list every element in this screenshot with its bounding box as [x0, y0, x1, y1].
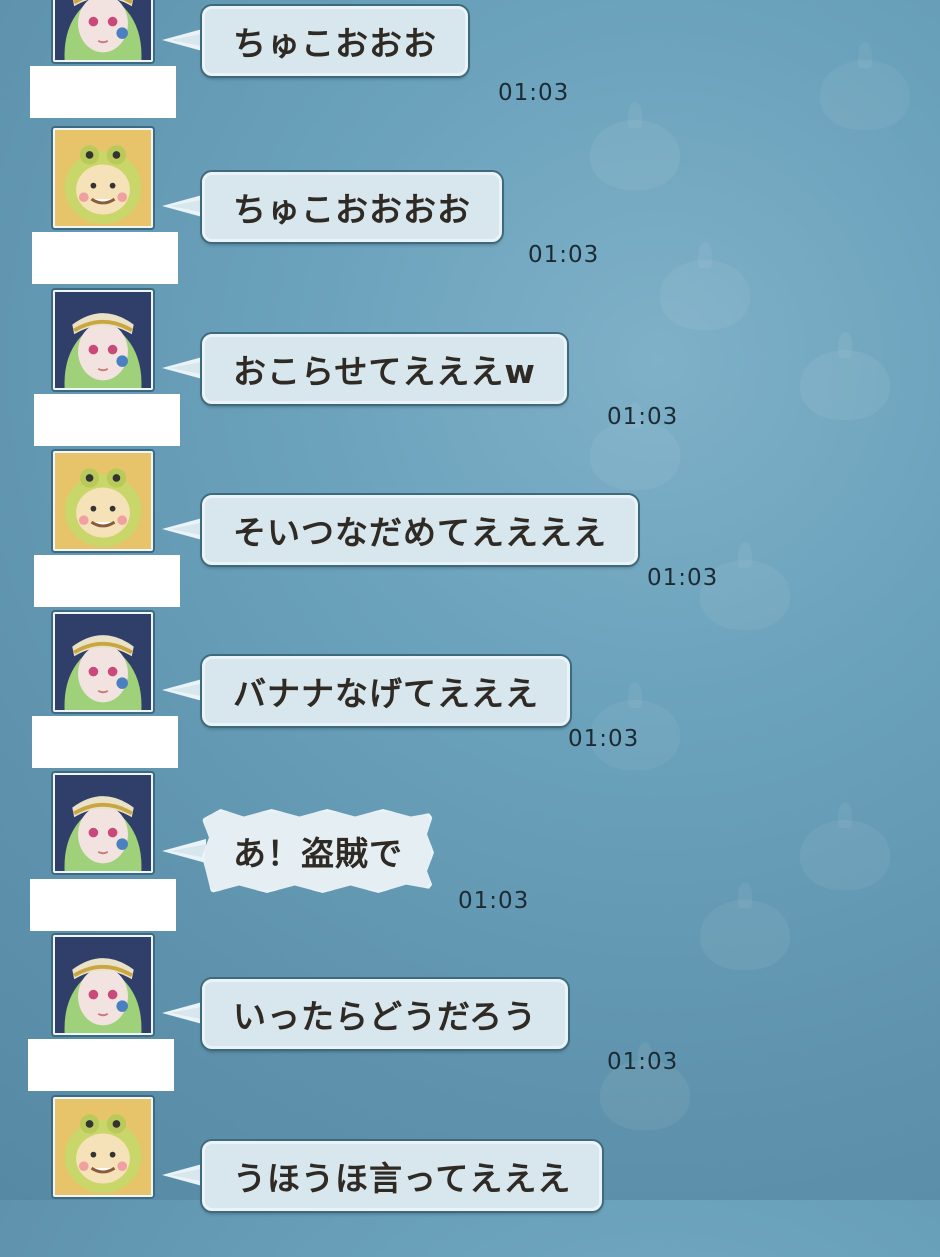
shout-bubble: あ！盗賊で — [202, 809, 434, 893]
frog-costume-avatar-icon[interactable] — [53, 1097, 153, 1197]
message-bubble: いったらどうだろう — [202, 979, 569, 1049]
message-timestamp: 01:03 — [568, 726, 640, 752]
elf-girl-avatar-icon[interactable] — [53, 773, 153, 873]
message-timestamp: 01:03 — [607, 404, 679, 430]
chat-message: バナナなげてえええ 01:03 — [0, 612, 940, 772]
bubble-tail — [162, 1163, 206, 1187]
chat-message: あ！盗賊で 01:03 — [0, 773, 940, 933]
bubble-tail — [162, 28, 206, 52]
elf-girl-avatar-icon[interactable] — [53, 612, 153, 712]
frog-costume-avatar-icon[interactable] — [53, 128, 153, 228]
bubble-tail — [162, 194, 206, 218]
message-bubble: そいつなだめてええええ — [202, 495, 638, 565]
message-timestamp: 01:03 — [498, 80, 570, 106]
chat-message: ちゅこおおお 01:03 — [0, 0, 940, 122]
message-bubble: ちゅこおおおお — [202, 172, 502, 242]
message-timestamp: 01:03 — [528, 242, 600, 268]
redacted-username — [34, 555, 180, 607]
redacted-username — [34, 394, 180, 446]
message-timestamp: 01:03 — [647, 565, 719, 591]
redacted-username — [28, 1039, 174, 1091]
chat-message: おこらせてえええw 01:03 — [0, 290, 940, 450]
elf-girl-avatar-icon[interactable] — [53, 935, 153, 1035]
redacted-username — [30, 879, 176, 931]
chat-message: うほうほ言ってえええ — [0, 1097, 940, 1257]
bubble-tail — [162, 839, 206, 863]
redacted-username — [32, 716, 178, 768]
message-bubble: ちゅこおおお — [202, 6, 468, 76]
redacted-username — [32, 232, 178, 284]
chat-message: そいつなだめてええええ 01:03 — [0, 451, 940, 611]
message-bubble: バナナなげてえええ — [202, 656, 570, 726]
bubble-tail — [162, 517, 206, 541]
frog-costume-avatar-icon[interactable] — [53, 451, 153, 551]
chat-message: いったらどうだろう 01:03 — [0, 935, 940, 1095]
message-timestamp: 01:03 — [607, 1049, 679, 1075]
bubble-tail — [162, 678, 206, 702]
redacted-username — [30, 66, 176, 118]
message-bubble: おこらせてえええw — [202, 334, 567, 404]
message-bubble: うほうほ言ってえええ — [202, 1141, 603, 1211]
bubble-tail — [162, 1001, 206, 1025]
bubble-tail — [162, 356, 206, 380]
elf-girl-avatar-icon[interactable] — [53, 0, 153, 62]
chat-message: ちゅこおおおお 01:03 — [0, 128, 940, 288]
elf-girl-avatar-icon[interactable] — [53, 290, 153, 390]
chat-log[interactable]: ちゅこおおお 01:03 ちゅこおおおお 01:03 おこらせてえええw 01:… — [0, 0, 940, 1211]
message-timestamp: 01:03 — [458, 888, 530, 914]
